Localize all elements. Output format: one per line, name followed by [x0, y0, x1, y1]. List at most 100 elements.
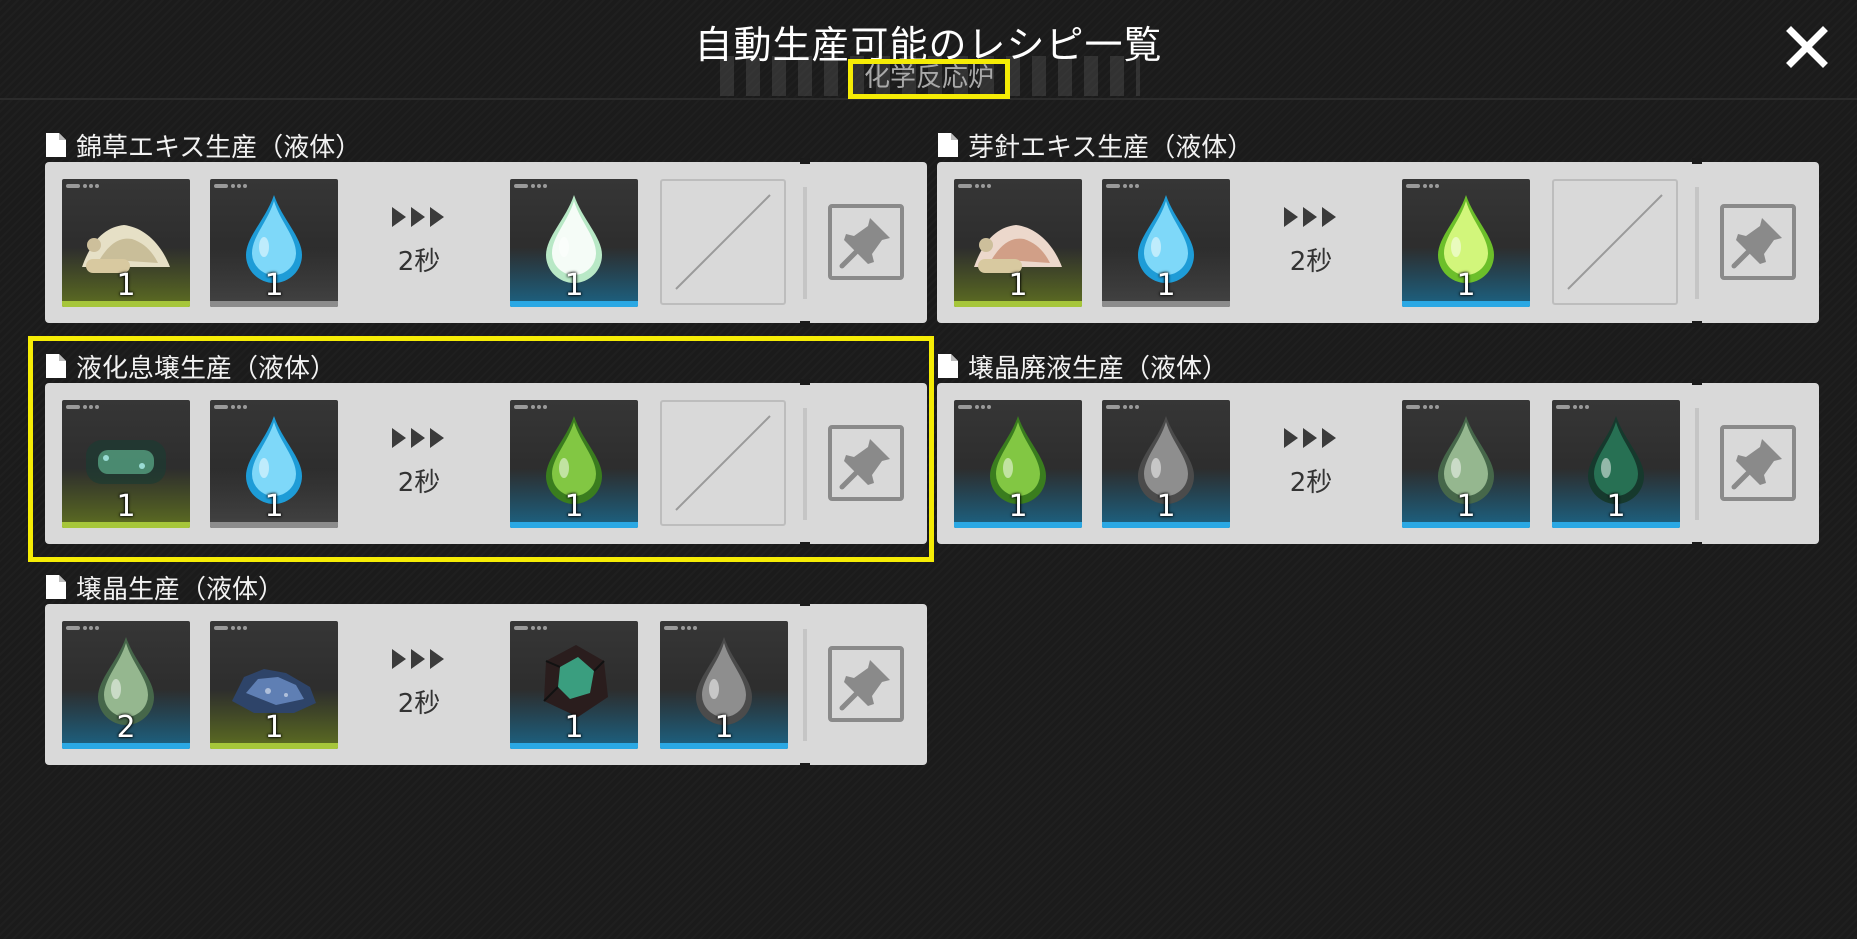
- process-time: 2秒: [1289, 468, 1333, 498]
- recipe-name-row: 壌晶生産（液体）: [45, 570, 927, 605]
- pin-button[interactable]: [828, 425, 904, 501]
- item-rarity-bar: [954, 301, 1082, 307]
- item-slot[interactable]: 1: [954, 179, 1082, 307]
- empty-output-slot: [1552, 179, 1678, 305]
- item-quantity: 1: [116, 268, 136, 303]
- document-icon: [46, 575, 66, 599]
- triple-arrow-icon: [392, 649, 444, 669]
- process-time: 2秒: [397, 468, 441, 498]
- triple-arrow-icon: [1284, 207, 1336, 227]
- pin-icon: [839, 439, 890, 490]
- recipe-card: 1 1 2秒 1: [45, 158, 927, 327]
- item-quantity: 1: [1156, 489, 1176, 524]
- item-quantity: 1: [564, 268, 584, 303]
- process-arrow: 2秒: [1267, 205, 1355, 278]
- item-quantity: 1: [116, 489, 136, 524]
- card-notch: [1692, 542, 1702, 548]
- item-rarity-bar: [510, 522, 638, 528]
- card-notch: [800, 600, 810, 606]
- recipe-block: 芽針エキス生産（液体） 1 1 2秒 1: [937, 128, 1819, 327]
- card-notch: [1692, 379, 1702, 385]
- item-quantity: 1: [1156, 268, 1176, 303]
- recipe-block: 壌晶生産（液体） 2 1 2秒 1 1: [45, 570, 927, 769]
- item-quantity: 1: [1456, 489, 1476, 524]
- card-divider: [1695, 408, 1699, 520]
- item-quantity: 1: [564, 710, 584, 745]
- process-arrow: 2秒: [375, 205, 463, 278]
- document-icon: [938, 354, 958, 378]
- item-rarity-bar: [1402, 301, 1530, 307]
- pin-button[interactable]: [1720, 204, 1796, 280]
- item-quantity: 1: [714, 710, 734, 745]
- item-slot[interactable]: 1: [62, 400, 190, 528]
- item-rarity-bar: [1102, 301, 1230, 307]
- item-slot[interactable]: 1: [210, 179, 338, 307]
- card-divider: [803, 629, 807, 741]
- item-rarity-bar: [62, 743, 190, 749]
- item-slot[interactable]: 1: [660, 621, 788, 749]
- item-slot[interactable]: 1: [210, 621, 338, 749]
- item-quantity: 1: [1008, 489, 1028, 524]
- close-button[interactable]: [1782, 22, 1832, 72]
- item-quantity: 1: [564, 489, 584, 524]
- item-rarity-bar: [660, 743, 788, 749]
- item-rarity-bar: [62, 522, 190, 528]
- recipe-block: 液化息壌生産（液体） 1 1 2秒 1: [45, 349, 927, 548]
- item-slot[interactable]: 1: [1402, 179, 1530, 307]
- item-slot[interactable]: 1: [1552, 400, 1680, 528]
- item-slot[interactable]: 1: [210, 400, 338, 528]
- item-slot[interactable]: 1: [1102, 400, 1230, 528]
- item-rarity-bar: [210, 301, 338, 307]
- card-notch: [1692, 158, 1702, 164]
- process-arrow: 2秒: [1267, 426, 1355, 499]
- process-arrow: 2秒: [375, 647, 463, 720]
- item-slot[interactable]: 1: [510, 621, 638, 749]
- item-slot[interactable]: 1: [510, 179, 638, 307]
- recipe-name: 壌晶廃液生産（液体）: [968, 353, 1229, 384]
- item-rarity-bar: [1102, 522, 1230, 528]
- item-rarity-bar: [510, 743, 638, 749]
- item-quantity: 2: [116, 710, 136, 745]
- process-time: 2秒: [1289, 247, 1333, 277]
- item-slot[interactable]: 1: [1102, 179, 1230, 307]
- triple-arrow-icon: [392, 428, 444, 448]
- card-divider: [803, 187, 807, 299]
- pin-button[interactable]: [828, 646, 904, 722]
- recipe-block: 錦草エキス生産（液体） 1 1 2秒 1: [45, 128, 927, 327]
- triple-arrow-icon: [1284, 428, 1336, 448]
- item-quantity: 1: [264, 489, 284, 524]
- item-slot[interactable]: 1: [62, 179, 190, 307]
- item-rarity-bar: [210, 743, 338, 749]
- card-notch: [800, 321, 810, 327]
- item-quantity: 1: [264, 710, 284, 745]
- card-notch: [1692, 321, 1702, 327]
- recipe-block: 壌晶廃液生産（液体） 1 1 2秒 1 1: [937, 349, 1819, 548]
- document-icon: [46, 354, 66, 378]
- card-notch: [800, 763, 810, 769]
- header: 自動生産可能のレシピ一覧 化学反応炉: [0, 0, 1857, 100]
- pin-button[interactable]: [828, 204, 904, 280]
- pin-icon: [1731, 218, 1782, 269]
- recipe-card: 1 1 2秒 1: [937, 158, 1819, 327]
- item-slot[interactable]: 1: [510, 400, 638, 528]
- pin-button[interactable]: [1720, 425, 1796, 501]
- card-divider: [1695, 187, 1699, 299]
- recipe-name-row: 壌晶廃液生産（液体）: [937, 349, 1819, 384]
- empty-output-slot: [660, 179, 786, 305]
- item-slot[interactable]: 1: [954, 400, 1082, 528]
- item-rarity-bar: [1552, 522, 1680, 528]
- item-slot[interactable]: 1: [1402, 400, 1530, 528]
- process-time: 2秒: [397, 247, 441, 277]
- item-rarity-bar: [62, 301, 190, 307]
- item-quantity: 1: [1008, 268, 1028, 303]
- item-rarity-bar: [1402, 522, 1530, 528]
- facility-name-label: 化学反応炉: [848, 59, 1010, 99]
- item-slot[interactable]: 2: [62, 621, 190, 749]
- recipe-card: 1 1 2秒 1: [45, 379, 927, 548]
- item-rarity-bar: [210, 522, 338, 528]
- process-time: 2秒: [397, 689, 441, 719]
- recipe-card: 1 1 2秒 1: [937, 379, 1819, 548]
- item-quantity: 1: [1606, 489, 1626, 524]
- card-notch: [800, 542, 810, 548]
- recipe-name-row: 錦草エキス生産（液体）: [45, 128, 927, 163]
